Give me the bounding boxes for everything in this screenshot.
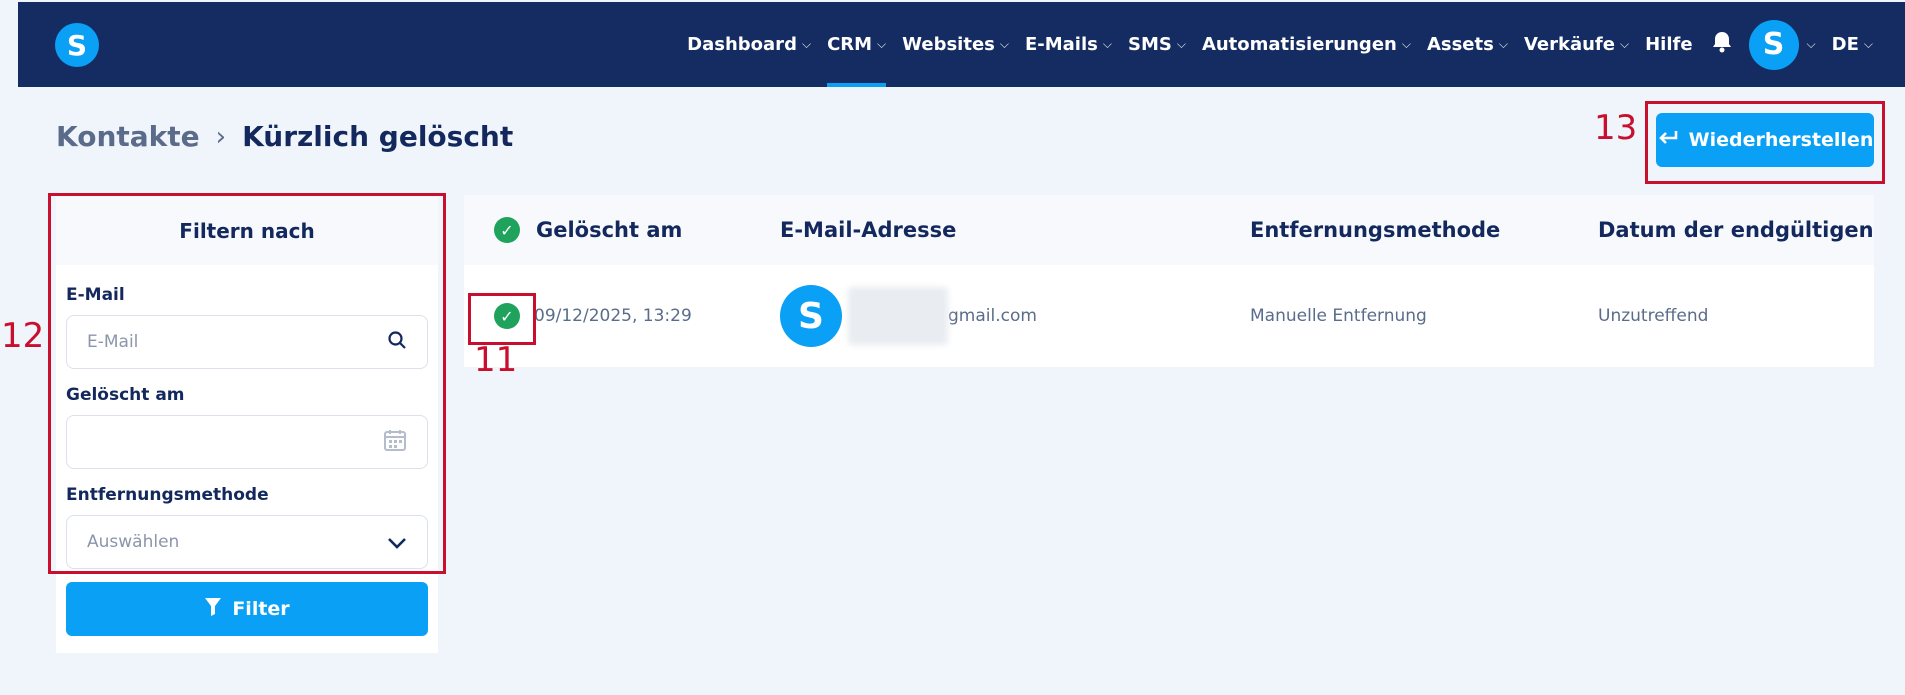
user-menu-chevron[interactable]: ⌵ bbox=[1799, 2, 1824, 87]
email-value: gmail.com bbox=[948, 306, 1037, 326]
column-header-deleted-at[interactable]: ✓ Gelöscht am bbox=[494, 195, 682, 265]
nav-item-dashboard[interactable]: Dashboard ⌵ bbox=[679, 2, 819, 87]
column-header-label: Gelöscht am bbox=[536, 218, 683, 242]
nav-item-label: Assets bbox=[1426, 34, 1494, 55]
filter-button-label: Filter bbox=[232, 598, 290, 620]
filter-button[interactable]: Filter bbox=[66, 582, 428, 636]
nav-item-verkaeufe[interactable]: Verkäufe ⌵ bbox=[1516, 2, 1637, 87]
chevron-down-icon: ⌵ bbox=[1176, 37, 1186, 51]
column-header-final-date[interactable]: Datum der endgültigen Lö bbox=[1598, 195, 1874, 265]
annotation-label-11: 11 bbox=[474, 340, 518, 380]
breadcrumb: Kontakte › Kürzlich gelöscht bbox=[56, 120, 513, 153]
language-label: DE bbox=[1831, 34, 1859, 55]
chevron-down-icon: ⌵ bbox=[1619, 37, 1630, 51]
annotation-box-12 bbox=[48, 193, 446, 574]
nav-item-label: Verkäufe bbox=[1523, 34, 1615, 55]
chevron-down-icon: ⌵ bbox=[1401, 37, 1411, 51]
nav-item-label: Dashboard bbox=[687, 34, 797, 55]
chevron-down-icon: ⌵ bbox=[1806, 37, 1816, 51]
nav-item-label: E-Mails bbox=[1024, 34, 1098, 55]
chevron-down-icon: ⌵ bbox=[877, 37, 887, 51]
deleted-contacts-table: ✓ Gelöscht am E-Mail-Adresse Entfernungs… bbox=[464, 195, 1874, 367]
nav-item-label: Websites bbox=[902, 34, 995, 55]
table-header: ✓ Gelöscht am E-Mail-Adresse Entfernungs… bbox=[464, 195, 1874, 265]
select-all-checkbox[interactable]: ✓ bbox=[494, 217, 520, 243]
cell-method: Manuelle Entfernung bbox=[1250, 306, 1427, 326]
annotation-label-12: 12 bbox=[1, 316, 45, 356]
annotation-box-11 bbox=[468, 293, 536, 345]
return-arrow-icon bbox=[1657, 129, 1679, 152]
breadcrumb-separator: › bbox=[215, 121, 227, 152]
nav-item-websites[interactable]: Websites ⌵ bbox=[894, 2, 1017, 87]
chevron-down-icon: ⌵ bbox=[1102, 37, 1112, 51]
nav-item-label: SMS bbox=[1127, 34, 1172, 55]
nav-item-hilfe[interactable]: Hilfe bbox=[1637, 2, 1700, 87]
restore-button[interactable]: Wiederherstellen bbox=[1656, 113, 1874, 167]
nav-item-emails[interactable]: E-Mails ⌵ bbox=[1017, 2, 1120, 87]
cell-final-date: Unzutreffend bbox=[1598, 306, 1709, 326]
user-avatar[interactable]: S bbox=[1748, 19, 1799, 70]
deleted-at-value: 09/12/2025, 13:29 bbox=[534, 306, 692, 326]
bell-icon[interactable] bbox=[1701, 30, 1743, 59]
column-header-email[interactable]: E-Mail-Adresse bbox=[780, 195, 956, 265]
nav-item-label: Automatisierungen bbox=[1201, 34, 1397, 55]
nav-menu: Dashboard ⌵ CRM ⌵ Websites ⌵ E-Mails ⌵ S… bbox=[679, 2, 1881, 87]
contact-avatar: S bbox=[780, 285, 842, 347]
redacted-email-blur bbox=[848, 287, 948, 345]
nav-item-automatisierungen[interactable]: Automatisierungen ⌵ bbox=[1194, 2, 1419, 87]
nav-item-sms[interactable]: SMS ⌵ bbox=[1120, 2, 1194, 87]
funnel-icon bbox=[204, 597, 222, 622]
breadcrumb-parent[interactable]: Kontakte bbox=[56, 120, 200, 153]
nav-item-label: Hilfe bbox=[1645, 34, 1693, 55]
chevron-down-icon: ⌵ bbox=[1498, 37, 1508, 51]
top-navigation: S Dashboard ⌵ CRM ⌵ Websites ⌵ E-Mails ⌵… bbox=[18, 2, 1905, 87]
nav-item-crm[interactable]: CRM ⌵ bbox=[819, 2, 894, 87]
page-title: Kürzlich gelöscht bbox=[242, 120, 514, 153]
restore-button-label: Wiederherstellen bbox=[1688, 129, 1874, 151]
nav-item-assets[interactable]: Assets ⌵ bbox=[1419, 2, 1516, 87]
column-header-method[interactable]: Entfernungsmethode bbox=[1250, 195, 1500, 265]
nav-item-label: CRM bbox=[827, 34, 873, 55]
brand-logo[interactable]: S bbox=[55, 23, 99, 67]
chevron-down-icon: ⌵ bbox=[801, 37, 812, 51]
language-selector[interactable]: DE ⌵ bbox=[1824, 2, 1881, 87]
annotation-label-13: 13 bbox=[1594, 108, 1638, 148]
chevron-down-icon: ⌵ bbox=[1863, 37, 1873, 51]
chevron-down-icon: ⌵ bbox=[999, 37, 1009, 51]
cell-email: S gmail.com bbox=[780, 265, 1037, 367]
